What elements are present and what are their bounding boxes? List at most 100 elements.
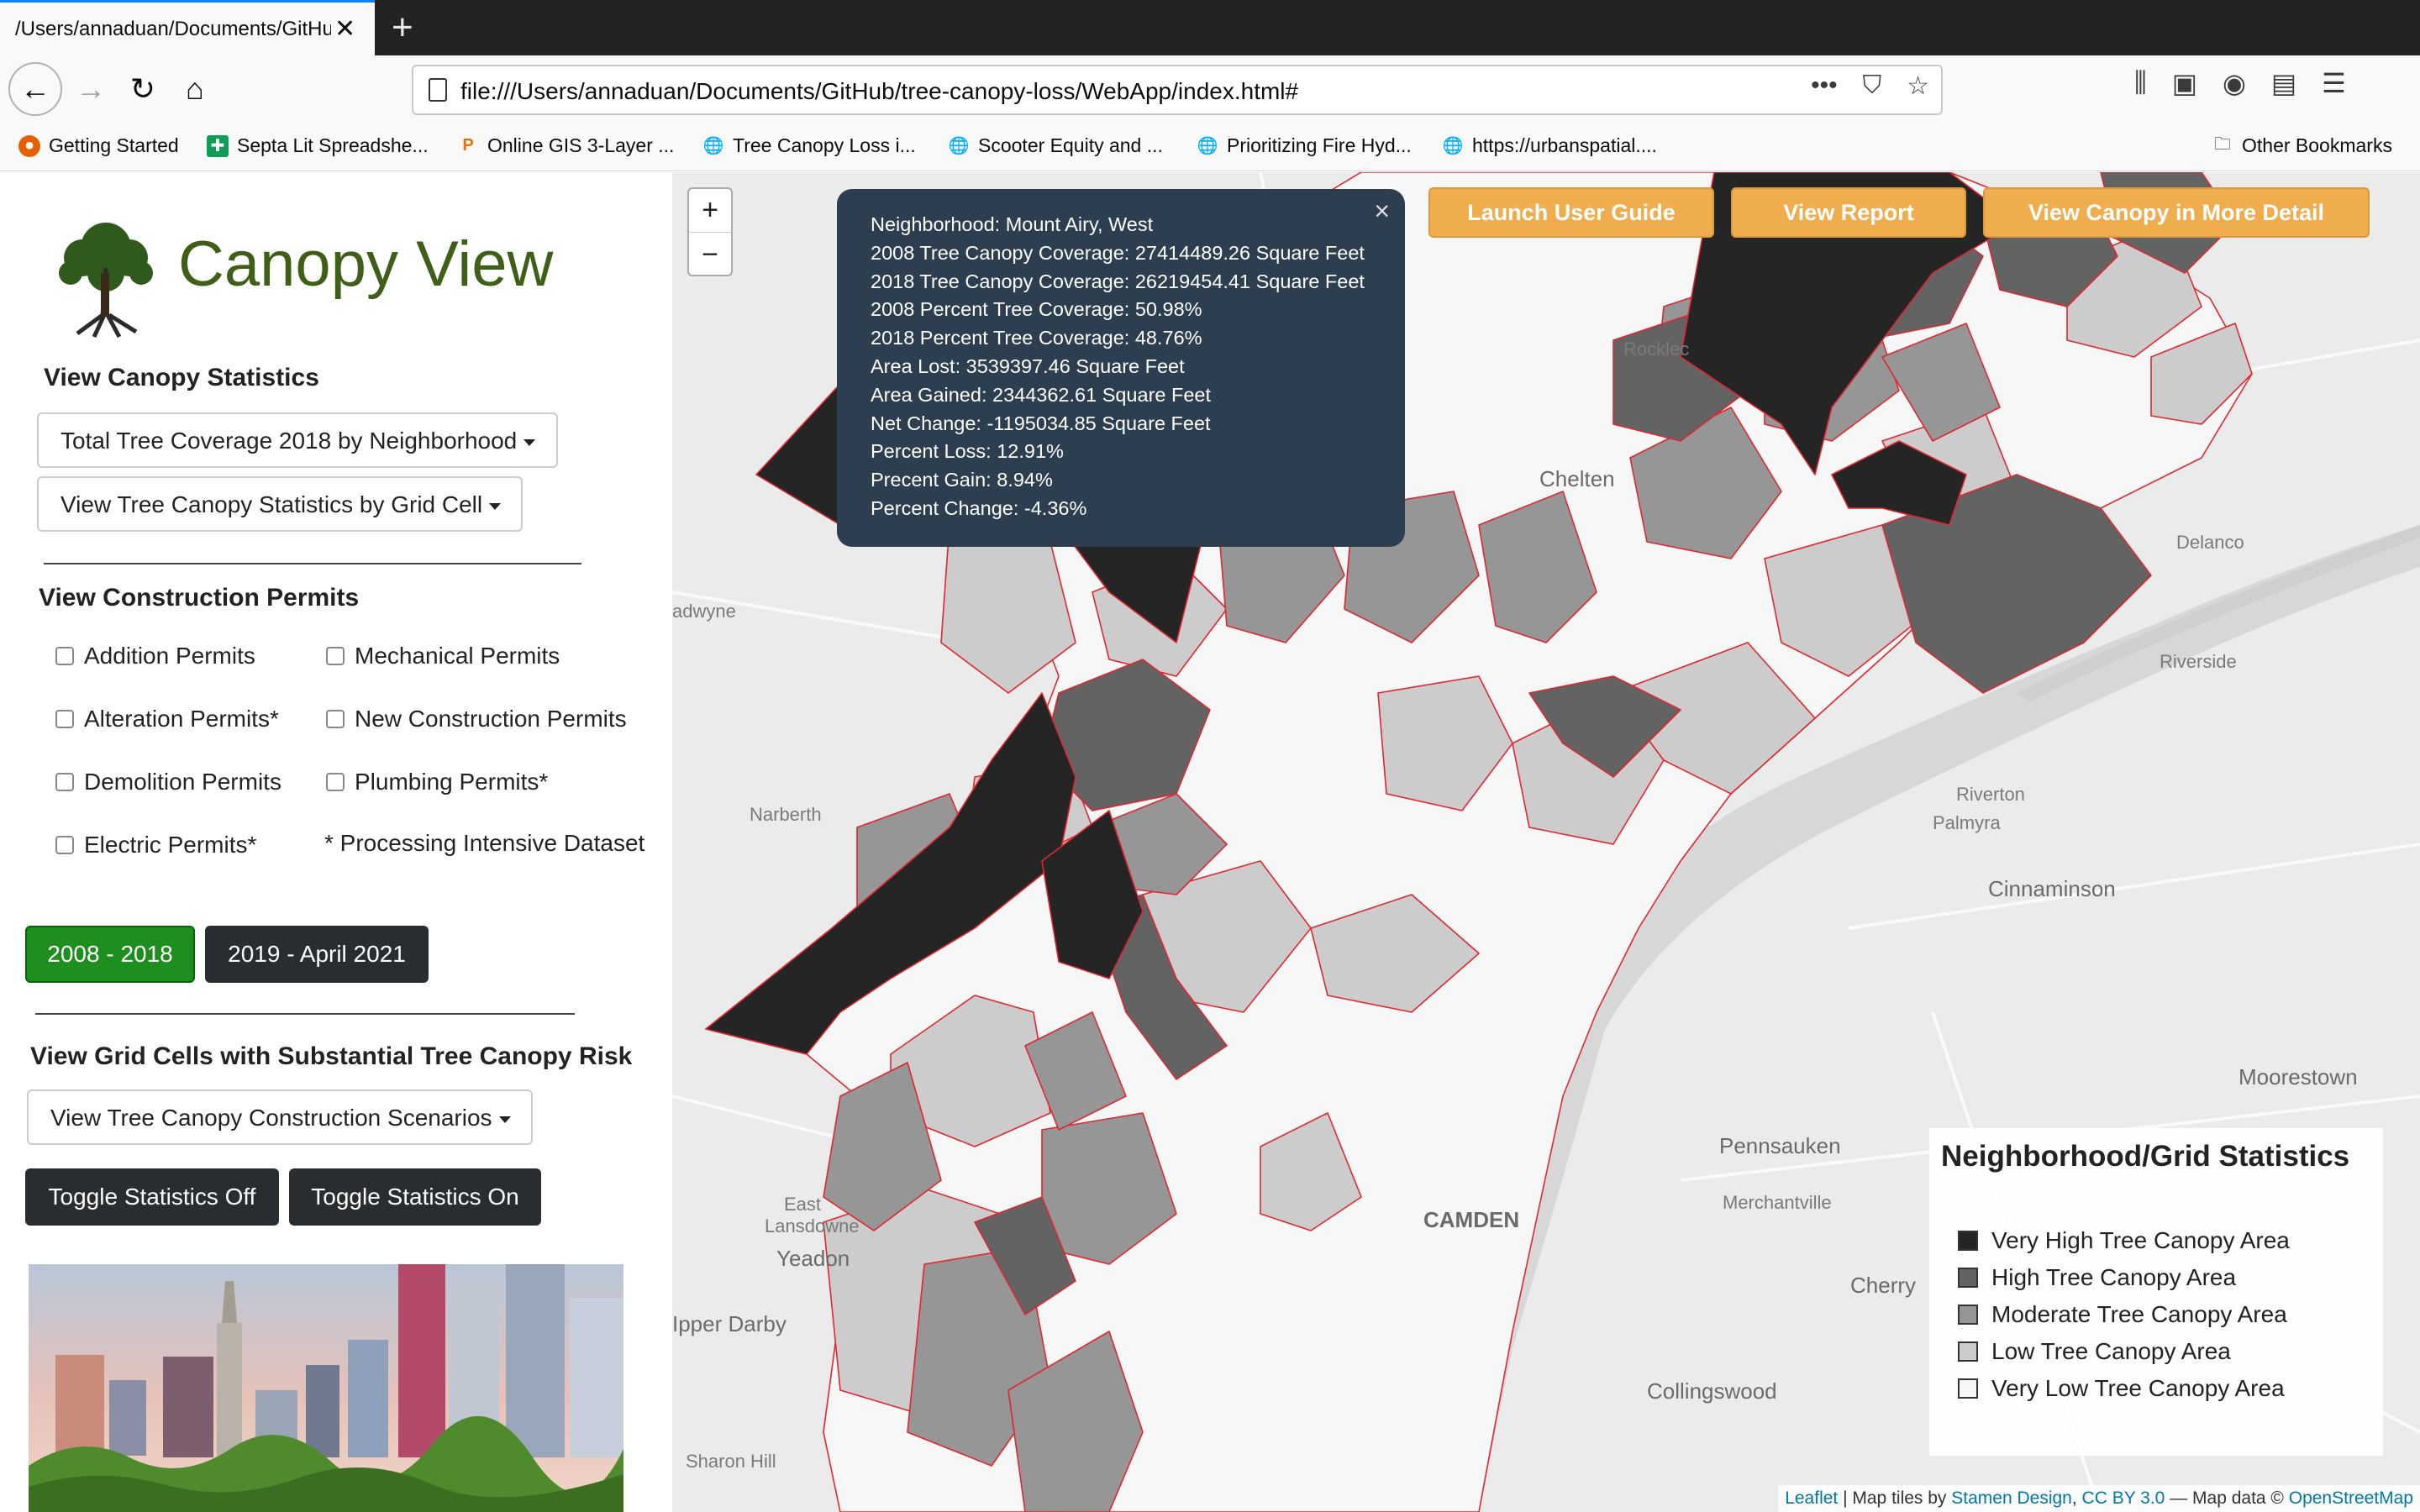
popup-line: 2008 Percent Tree Coverage: 50.98% [871,298,1202,321]
permits-heading: View Construction Permits [39,584,360,612]
place-label: Pennsauken [1719,1133,1841,1158]
bookmark-item[interactable]: 🌐 https://urbanspatial.... [1442,134,1657,157]
checkbox-electric-permits[interactable]: Electric Permits* [55,832,256,858]
bookmark-item[interactable]: P Online GIS 3-Layer ... [457,134,674,157]
place-label: Collingswood [1647,1378,1777,1404]
bookmark-item[interactable]: ✚ Septa Lit Spreadshe... [207,134,429,157]
legend-swatch [1958,1268,1978,1288]
folder-icon: 🗀 [2214,134,2231,154]
caret-down-icon [523,438,536,446]
sidebar-icon[interactable]: ▣ [2172,67,2197,99]
library-icon[interactable]: ⫼ [2134,67,2147,99]
account-icon[interactable]: ◉ [2223,67,2246,99]
tree-logo-icon [59,223,153,339]
back-icon[interactable]: ← [8,62,62,116]
other-bookmarks[interactable]: 🗀 Other Bookmarks [2212,134,2392,157]
checkbox-alteration-permits[interactable]: Alteration Permits* [55,706,279,732]
forward-icon[interactable]: → [67,66,114,113]
place-label: CAMDEN [1423,1207,1520,1232]
reader-icon[interactable]: ▤ [2271,67,2296,99]
popup-line: 2018 Percent Tree Coverage: 48.76% [871,327,1202,349]
leaflet-link[interactable]: Leaflet [1785,1488,1838,1508]
popup-close-button[interactable]: × [1374,196,1390,227]
place-label: Merchantville [1723,1192,1832,1213]
stamen-link[interactable]: Stamen Design [1951,1488,2072,1508]
more-actions-icon[interactable]: ••• [1811,71,1838,101]
popup-line: Area Gained: 2344362.61 Square Feet [871,383,1212,406]
city-skyline-image [29,1264,623,1512]
legend-item: Very High Tree Canopy Area [1958,1227,2290,1254]
popup-line: Neighborhood: Mount Airy, West [871,213,1154,235]
checkbox-box[interactable] [55,836,74,854]
cc-license-link[interactable]: CC BY 3.0 [2082,1488,2165,1508]
bookmark-star-icon[interactable]: ☆ [1907,71,1929,101]
tab-bar: /Users/annaduan/Documents/GitHub ✕ + [0,0,2420,55]
grid-cell-dropdown[interactable]: View Tree Canopy Statistics by Grid Cell [37,476,523,532]
period-2008-2018-button[interactable]: 2008 - 2018 [25,926,195,983]
checkbox-mechanical-permits[interactable]: Mechanical Permits [326,643,560,669]
checkbox-box[interactable] [55,710,74,728]
divider [35,1013,575,1015]
bookmark-item[interactable]: 🌐 Prioritizing Fire Hyd... [1197,134,1412,157]
bookmark-item[interactable]: 🌐 Tree Canopy Loss i... [702,134,916,157]
browser-tab[interactable]: /Users/annaduan/Documents/GitHub ✕ [0,0,375,55]
tab-title: /Users/annaduan/Documents/GitHub [15,18,331,40]
firefox-icon: ● [18,134,40,157]
place-label: Palmyra [1933,812,2001,833]
view-report-button[interactable]: View Report [1731,187,1966,238]
checkbox-addition-permits[interactable]: Addition Permits [55,643,255,669]
checkbox-demolition-permits[interactable]: Demolition Permits [55,769,281,795]
bookmark-item[interactable]: ● Getting Started [18,134,179,157]
place-label: Delanco [2176,532,2244,553]
globe-icon: 🌐 [1442,137,1464,155]
home-icon[interactable]: ⌂ [171,66,218,113]
checkbox-box[interactable] [326,773,345,791]
popup-line: 2008 Tree Canopy Coverage: 27414489.26 S… [871,241,1365,264]
zoom-in-button[interactable]: + [689,189,731,233]
place-label: Yeadon [776,1246,850,1271]
url-text[interactable]: file:///Users/annaduan/Documents/GitHub/… [460,78,1298,105]
legend-item: Very Low Tree Canopy Area [1958,1375,2285,1402]
bookmark-item[interactable]: 🌐 Scooter Equity and ... [948,134,1163,157]
stats-heading: View Canopy Statistics [44,364,319,391]
checkbox-box[interactable] [55,647,74,665]
place-label: Rocklec [1623,339,1690,360]
close-tab-icon[interactable]: ✕ [334,14,355,44]
construction-scenarios-dropdown[interactable]: View Tree Canopy Construction Scenarios [27,1089,533,1145]
legend-swatch [1958,1378,1978,1399]
legend-item: High Tree Canopy Area [1958,1264,2236,1291]
map-view[interactable]: Rocklec Chelten Delanco Riverside adwyne… [672,172,2420,1512]
menu-icon[interactable]: ☰ [2322,67,2346,99]
place-label: Riverside [2160,651,2237,672]
map-legend: Neighborhood/Grid Statistics Very High T… [1929,1128,2383,1456]
reload-icon[interactable]: ↻ [119,66,166,113]
toggle-statistics-off-button[interactable]: Toggle Statistics Off [25,1168,279,1226]
pocket-icon[interactable]: ⛉ [1863,71,1882,101]
period-2019-2021-button[interactable]: 2019 - April 2021 [205,926,429,983]
navigation-toolbar: ← → ↻ ⌂ file:///Users/annaduan/Documents… [0,55,2420,124]
place-label: Moorestown [2238,1064,2358,1089]
url-bar[interactable]: file:///Users/annaduan/Documents/GitHub/… [412,65,1943,115]
place-label: Cherry [1850,1273,1917,1298]
map-attribution: Leaflet | Map tiles by Stamen Design, CC… [1778,1485,2420,1512]
legend-swatch [1958,1305,1978,1325]
sheets-icon: ✚ [207,134,229,157]
legend-title: Neighborhood/Grid Statistics [1941,1140,2350,1173]
zoom-out-button[interactable]: − [689,233,731,276]
checkbox-new-construction-permits[interactable]: New Construction Permits [326,706,627,732]
checkbox-plumbing-permits[interactable]: Plumbing Permits* [326,769,548,795]
checkbox-box[interactable] [55,773,74,791]
zoom-control: + − [687,187,733,276]
toggle-statistics-on-button[interactable]: Toggle Statistics On [289,1168,541,1226]
checkbox-box[interactable] [326,710,345,728]
place-label: East Lansdowne [765,1194,860,1236]
checkbox-box[interactable] [326,647,345,665]
legend-item: Low Tree Canopy Area [1958,1338,2231,1365]
total-coverage-dropdown[interactable]: Total Tree Coverage 2018 by Neighborhood [37,412,558,468]
new-tab-icon[interactable]: + [392,7,413,49]
launch-user-guide-button[interactable]: Launch User Guide [1428,187,1714,238]
place-label: adwyne [672,601,736,622]
osm-link[interactable]: OpenStreetMap [2289,1488,2413,1508]
view-canopy-detail-button[interactable]: View Canopy in More Detail [1983,187,2370,238]
place-label: Narberth [750,804,822,825]
